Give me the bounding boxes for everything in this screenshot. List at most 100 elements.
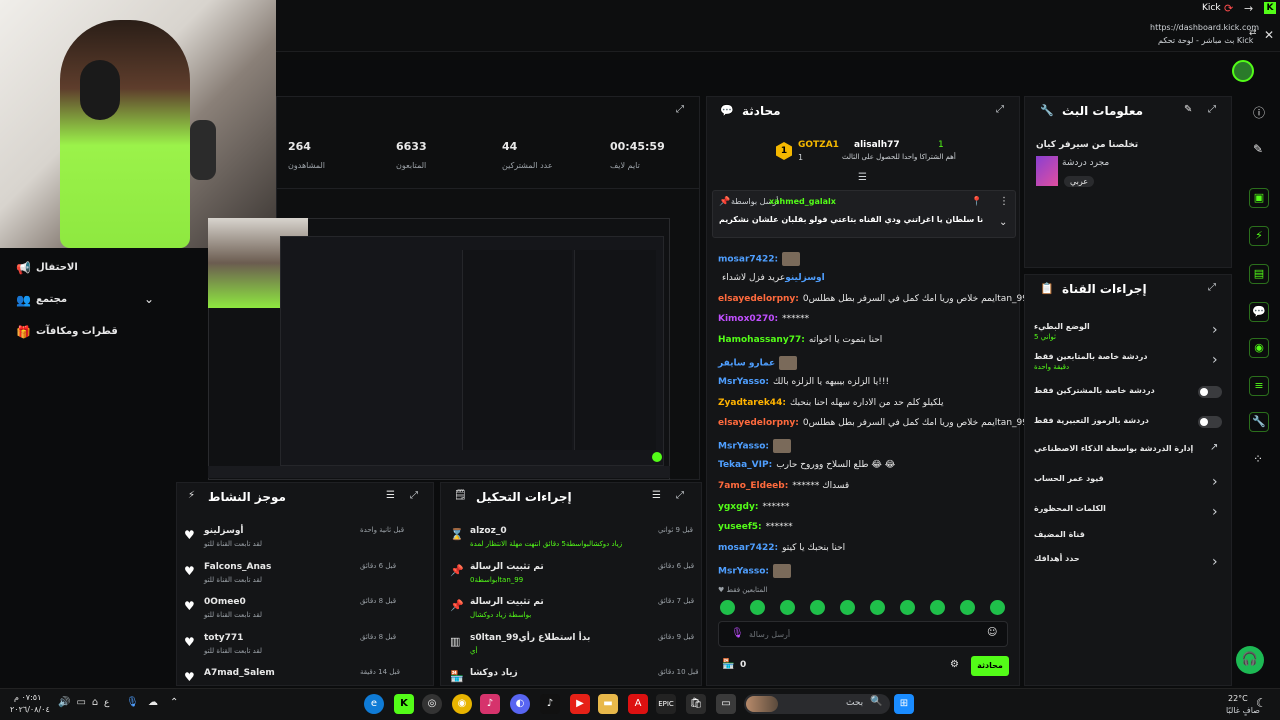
chat-username[interactable]: MsrYasso: bbox=[718, 442, 769, 452]
chevron-right-icon[interactable]: › bbox=[1212, 504, 1218, 520]
mic-tray-icon[interactable]: 🎙 bbox=[126, 697, 139, 708]
chat-message[interactable]: Tekaa_VIP: طلع السلاح ووروح حارب 😂 😂 bbox=[718, 460, 895, 470]
chat-bubble-icon[interactable]: 💬 bbox=[1249, 302, 1269, 322]
moderation-item[interactable]: ⌛ alzoz_0 زياد دوكشالبواسطة5 دقائق انتهت م… bbox=[446, 524, 696, 554]
channel-action-item[interactable]: قناة المضيف bbox=[1034, 528, 1226, 552]
clipboard-icon[interactable]: ▤ bbox=[1249, 264, 1269, 284]
chat-username[interactable]: elsayedelorpny: bbox=[718, 294, 799, 304]
info-icon[interactable]: ⓘ bbox=[1253, 104, 1265, 121]
emote-button[interactable] bbox=[810, 600, 825, 615]
activity-user[interactable]: 0Omee0 bbox=[204, 597, 246, 607]
windows-start-icon[interactable]: ⊞ bbox=[894, 694, 914, 714]
chat-username[interactable]: Kimox0270: bbox=[718, 314, 778, 324]
more-icon[interactable]: ⋮ bbox=[999, 196, 1009, 207]
layers-icon[interactable]: ≡ bbox=[1249, 376, 1269, 396]
channel-action-item[interactable]: الكلمات المحظورة › bbox=[1034, 502, 1226, 526]
edge-icon[interactable]: e bbox=[364, 694, 384, 714]
tiktok-studio-icon[interactable]: ♪ bbox=[540, 694, 560, 714]
chat-username[interactable]: Zyadtarek44: bbox=[718, 398, 786, 408]
channel-action-item[interactable]: قيود عمر الحساب › bbox=[1034, 472, 1226, 496]
channel-action-item[interactable]: الوضع البطيء 5 ثواني › bbox=[1034, 320, 1226, 344]
chat-username[interactable]: mosar7422: bbox=[718, 543, 778, 553]
chat-input[interactable]: 🎙 أرسل رسالة ☺ bbox=[718, 621, 1008, 647]
chat-expand-icon[interactable]: ⤢ bbox=[996, 104, 1004, 115]
chat-message[interactable]: MsrYasso: bbox=[718, 439, 792, 454]
chat-message[interactable]: ygxgdy: ****** bbox=[718, 502, 789, 512]
chat-username[interactable]: mosar7422: bbox=[718, 255, 778, 265]
activity-user[interactable]: A7mad_Salem bbox=[204, 668, 275, 678]
activity-user[interactable]: Falcons_Anas bbox=[204, 562, 271, 572]
unpin-icon[interactable]: 📍 bbox=[971, 197, 982, 207]
activity-item[interactable]: ♥ toty771 لقد تابعت القناة للتو قبل 8 دقائق bbox=[182, 631, 428, 661]
cloud-icon[interactable]: ☁ bbox=[148, 697, 158, 708]
dots-icon[interactable]: ⁘ bbox=[1253, 452, 1263, 466]
support-button[interactable]: 🎧 bbox=[1236, 646, 1264, 674]
emote-button[interactable] bbox=[990, 600, 1005, 615]
chat-username[interactable]: اوسزلينو bbox=[785, 273, 825, 283]
obs-icon[interactable]: ◎ bbox=[422, 694, 442, 714]
emote-button[interactable] bbox=[900, 600, 915, 615]
chat-username[interactable]: 7amo_Eldeeb: bbox=[718, 481, 788, 491]
chat-message[interactable]: Zyadtarek44: يلكيلو كلم حد من الاداره سهل… bbox=[718, 398, 944, 408]
moderation-filter-icon[interactable]: ☰ bbox=[652, 490, 661, 501]
epic-games-icon[interactable]: EPIC bbox=[656, 694, 676, 714]
activity-user[interactable]: toty771 bbox=[204, 633, 243, 643]
emote-button[interactable] bbox=[720, 600, 735, 615]
taskbar-search[interactable]: بحث 🔍 bbox=[744, 694, 890, 714]
tool-icon[interactable]: 🔧 bbox=[1249, 412, 1269, 432]
tiktok-icon[interactable]: ♪ bbox=[480, 694, 500, 714]
url-text[interactable]: https://dashboard.kick.com bbox=[1150, 23, 1259, 32]
activity-item[interactable]: ♥ 0Omee0 لقد تابعت القناة للتو قبل 8 دقائق bbox=[182, 595, 428, 625]
chat-message[interactable]: MsrYasso: يا الزلزه بيبيهه يا الزلزه بالك… bbox=[718, 377, 889, 387]
lightning-icon[interactable]: ⚡ bbox=[1249, 226, 1269, 246]
chevron-right-icon[interactable]: › bbox=[1212, 352, 1218, 368]
chat-username[interactable]: Tekaa_VIP: bbox=[718, 460, 772, 470]
sidebar-item-community[interactable]: 👥 مجتمع ⌄ bbox=[14, 292, 164, 310]
chat-filter-icon[interactable]: ☰ bbox=[858, 172, 867, 183]
youtube-icon[interactable]: ▶ bbox=[570, 694, 590, 714]
activity-user[interactable]: أوسزلينو bbox=[204, 526, 244, 536]
channel-action-item[interactable]: دردشة بالرموز التعبيرية فقط bbox=[1034, 414, 1226, 438]
chat-message[interactable]: عمارو سايفر bbox=[718, 356, 798, 370]
emote-button[interactable] bbox=[840, 600, 855, 615]
chevron-right-icon[interactable]: › bbox=[1212, 474, 1218, 490]
gear-icon[interactable]: ⚙ bbox=[950, 659, 959, 670]
chat-message[interactable]: yuseef5: ****** bbox=[718, 522, 793, 532]
chat-username[interactable]: MsrYasso: bbox=[718, 377, 769, 387]
channel-action-item[interactable]: إدارة الدردشة بواسطة الذكاء الاصطناعي ↗ bbox=[1034, 442, 1226, 466]
chat-message[interactable]: elsayedelorpny: يمم خلاص وريا امك كمل في … bbox=[718, 418, 1028, 428]
broadcast-icon[interactable]: ◉ bbox=[1249, 338, 1269, 358]
chat-message[interactable]: Hamohassany77: احنا بتموت يا اخواته bbox=[718, 335, 882, 345]
forward-icon[interactable]: → bbox=[1244, 2, 1253, 15]
emoji-icon[interactable]: ☺ bbox=[987, 627, 997, 638]
chat-username[interactable]: عمارو سايفر bbox=[718, 359, 775, 369]
store-app-icon[interactable]: 🛍 bbox=[686, 694, 706, 714]
chevron-up-icon[interactable]: ⌃ bbox=[170, 697, 178, 708]
chat-message[interactable]: MsrYasso: bbox=[718, 564, 792, 578]
store-icon[interactable]: 🏪 bbox=[722, 659, 734, 670]
close-icon[interactable]: ✕ bbox=[1264, 28, 1274, 42]
chat-username[interactable]: elsayedelorpny: bbox=[718, 418, 799, 428]
emote-button[interactable] bbox=[930, 600, 945, 615]
chevron-right-icon[interactable]: › bbox=[1212, 322, 1218, 338]
edit-icon[interactable]: ✎ bbox=[1184, 104, 1192, 115]
settings-small-icon[interactable]: ⇄ bbox=[1249, 28, 1257, 38]
channel-action-item[interactable]: دردشة خاصة بالمتابعين فقط دقيقة واحدة › bbox=[1034, 350, 1226, 374]
adobe-icon[interactable]: A bbox=[628, 694, 648, 714]
activity-item[interactable]: ♥ أوسزلينو لقد تابعت القناة للتو قبل ثانية … bbox=[182, 524, 428, 554]
user-avatar[interactable] bbox=[1232, 60, 1254, 82]
channel-action-item[interactable]: دردشة خاصة بالمشتركين فقط bbox=[1034, 384, 1226, 408]
chat-message[interactable]: اوسزلينوعريد فزل لاشداء bbox=[718, 273, 825, 283]
chat-message[interactable]: mosar7422: احنا بنحبك يا كيتو bbox=[718, 543, 845, 553]
folder-icon[interactable]: ▬ bbox=[598, 694, 618, 714]
channel-action-item[interactable]: حدد أهدافك › bbox=[1034, 552, 1226, 576]
mic-icon[interactable]: 🎙 bbox=[731, 628, 744, 639]
channel-actions-expand-icon[interactable]: ⤢ bbox=[1208, 282, 1216, 293]
emote-button[interactable] bbox=[750, 600, 765, 615]
stream-info-expand-icon[interactable]: ⤢ bbox=[1208, 104, 1216, 115]
chat-message[interactable]: 7amo_Eldeeb: ****** قسداك bbox=[718, 481, 849, 491]
moderation-item[interactable]: 📌 تم تثبيت الرسالة بواسطة0ltan_99 قبل 6 دقا… bbox=[446, 560, 696, 590]
pinned-message[interactable]: 📌 أرسل بواسطة xahmed_galalx نا سلطان يا … bbox=[712, 190, 1016, 238]
chrome-icon[interactable]: ◉ bbox=[452, 694, 472, 714]
toggle-switch[interactable] bbox=[1198, 416, 1222, 428]
